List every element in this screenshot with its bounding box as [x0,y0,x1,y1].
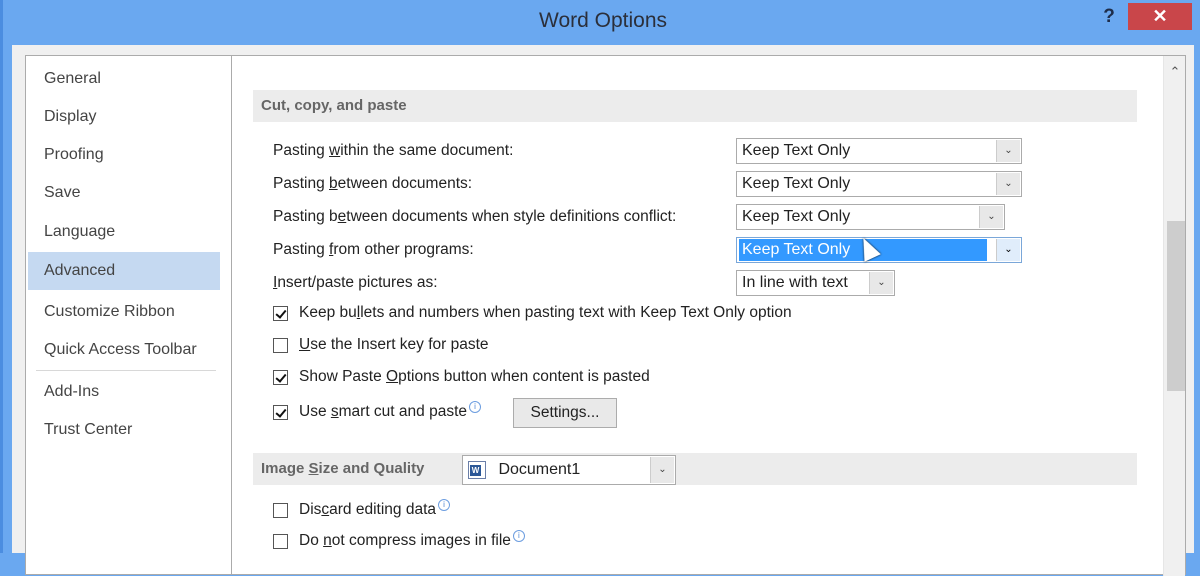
no-compress-images-checkbox[interactable] [273,533,288,549]
option-label-pasting-other-programs: Pasting from other programs: [273,241,474,258]
show-paste-options-label: Show Paste Options button when content i… [299,368,650,385]
option-label-insert-paste-pictures: Insert/paste pictures as: [273,274,438,291]
chevron-down-icon: ⌄ [979,206,1003,228]
no-compress-images-label: Do not compress images in file [299,532,511,549]
sidebar-item-quick-access-toolbar[interactable]: Quick Access Toolbar [28,331,220,369]
info-icon[interactable]: i [438,499,450,511]
sidebar-item-display[interactable]: Display [28,98,220,136]
insert-paste-pictures-select[interactable]: In line with text ⌄ [736,270,895,296]
keep-bullets-checkbox[interactable] [273,305,288,321]
title-bar: Word Options ? ✕ [3,0,1200,45]
scroll-up-icon[interactable]: ⌃ [1166,64,1184,80]
pasting-within-document-select[interactable]: Keep Text Only ⌄ [736,138,1022,164]
vertical-scrollbar[interactable]: ⌃ [1163,56,1185,576]
sidebar-item-trust-center[interactable]: Trust Center [28,411,220,449]
word-document-icon [468,460,486,479]
insert-key-paste-checkbox[interactable] [273,337,288,353]
close-button[interactable]: ✕ [1128,3,1192,30]
dialog-body: General Display Proofing Save Language A… [12,45,1194,576]
pasting-between-documents-select[interactable]: Keep Text Only ⌄ [736,171,1022,197]
checkbox-row-paste-options: Show Paste Options button when content i… [273,366,650,388]
window-title: Word Options [539,9,667,32]
scrollbar-thumb[interactable] [1167,221,1185,391]
pasting-style-conflict-select[interactable]: Keep Text Only ⌄ [736,204,1005,230]
advanced-options-panel: Cut, copy, and paste Pasting within the … [231,55,1186,576]
option-label-pasting-style-conflict: Pasting between documents when style def… [273,208,677,225]
checkbox-row-discard-editing: Discard editing data i [273,499,450,521]
insert-key-paste-label: Use the Insert key for paste [299,336,489,353]
settings-button[interactable]: Settings... [513,398,617,428]
info-icon[interactable]: i [512,530,525,542]
keep-bullets-label: Keep bullets and numbers when pasting te… [299,304,792,321]
section-header-image-size-quality: Image Size and Quality [253,453,1137,485]
show-paste-options-checkbox[interactable] [273,369,288,385]
word-options-window: Word Options ? ✕ General Display Proofin… [0,0,1200,576]
sidebar-item-save[interactable]: Save [28,174,220,212]
smart-cut-paste-checkbox[interactable] [273,404,288,420]
close-icon: ✕ [1152,6,1168,26]
sidebar-item-language[interactable]: Language [28,213,220,251]
chevron-down-icon: ⌄ [996,173,1020,195]
sidebar-item-add-ins[interactable]: Add-Ins [28,373,220,411]
discard-editing-data-checkbox[interactable] [273,502,288,518]
checkbox-row-no-compress: Do not compress images in file i [273,530,525,552]
section-header-cut-copy-paste: Cut, copy, and paste [253,90,1137,122]
chevron-down-icon: ⌄ [869,272,893,294]
sidebar-item-customize-ribbon[interactable]: Customize Ribbon [28,293,220,331]
sidebar-item-proofing[interactable]: Proofing [28,136,220,174]
checkbox-row-keep-bullets: Keep bullets and numbers when pasting te… [273,302,792,324]
chevron-down-icon: ⌄ [996,140,1020,162]
checkbox-row-insert-key: Use the Insert key for paste [273,334,489,356]
options-sidebar: General Display Proofing Save Language A… [25,55,233,575]
smart-cut-paste-label: Use smart cut and paste [299,403,467,420]
sidebar-item-general[interactable]: General [28,60,220,98]
option-label-pasting-between-documents: Pasting between documents: [273,175,473,192]
sidebar-item-advanced[interactable]: Advanced [28,252,220,290]
chevron-down-icon: ⌄ [650,457,674,483]
info-icon[interactable]: i [469,401,481,413]
help-button[interactable]: ? [1096,4,1122,30]
option-label-pasting-within-document: Pasting within the same document: [273,142,514,159]
sidebar-divider [36,370,216,371]
checkbox-row-smart-cut: Use smart cut and paste i [273,401,481,423]
discard-editing-data-label: Discard editing data [299,501,436,518]
image-size-quality-title: Image Size and Quality [261,460,425,477]
image-quality-document-select[interactable]: Document1 ⌄ [462,455,676,485]
chevron-down-icon: ⌄ [996,239,1020,261]
